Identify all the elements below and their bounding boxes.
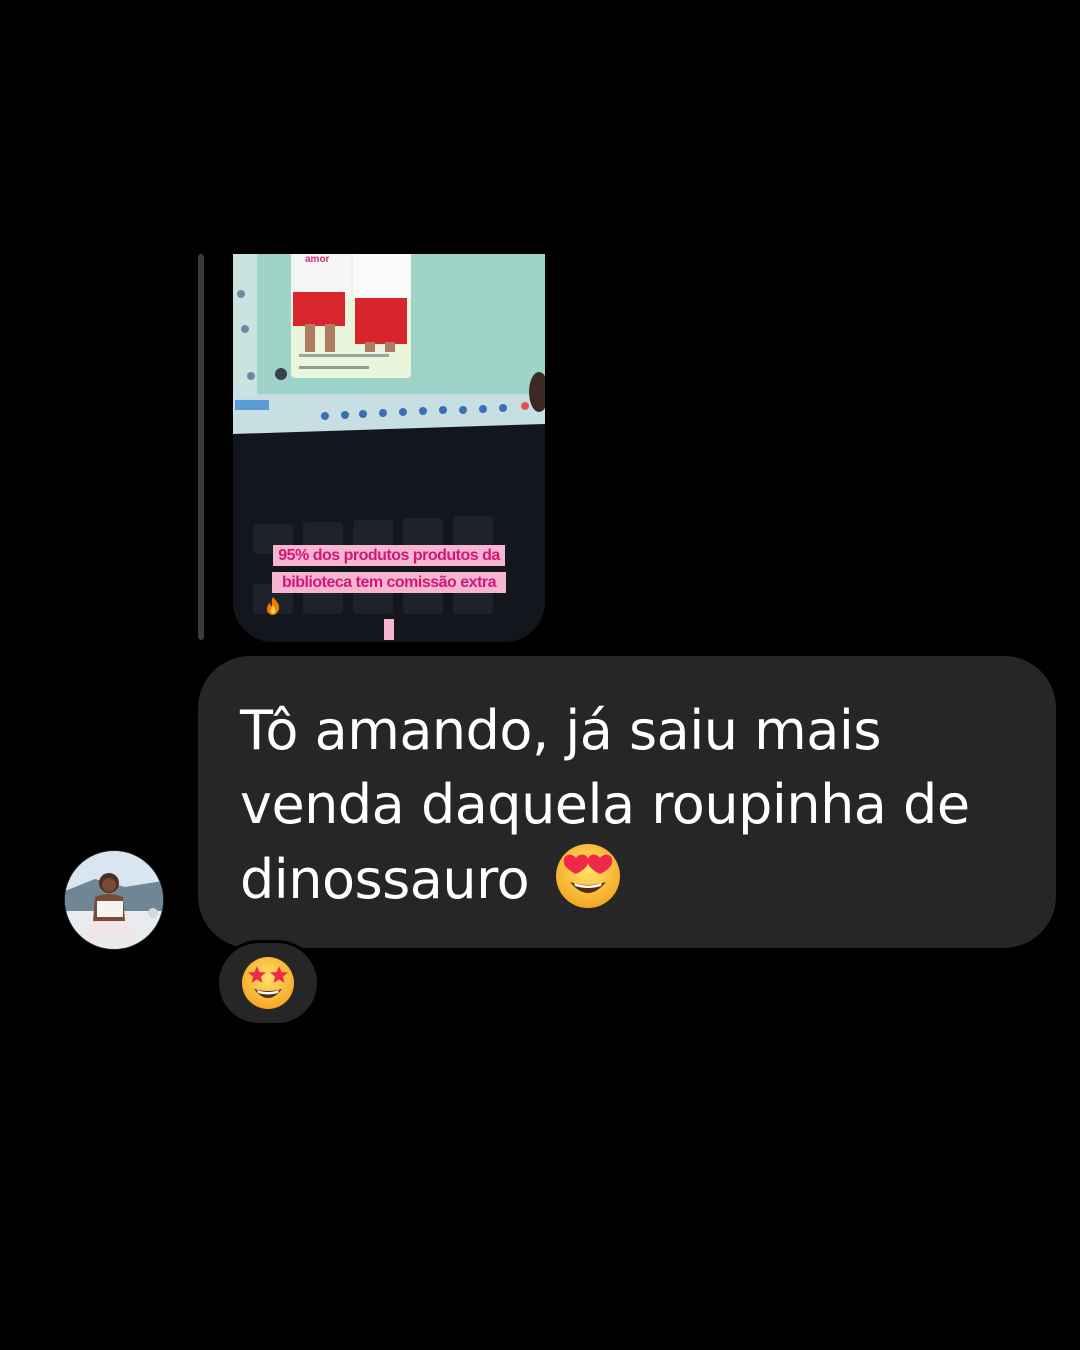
story-caption: 95% dos produtos produtos da biblioteca … <box>263 542 515 642</box>
star-struck-emoji <box>242 957 294 1009</box>
message-bubble[interactable]: Tô amando, já saiu mais venda daquela ro… <box>198 656 1056 948</box>
message-reaction[interactable] <box>216 940 320 1026</box>
story-caption-line-1: 95% dos produtos produtos da <box>273 545 505 566</box>
fire-icon <box>267 597 280 615</box>
story-caption-line-2: biblioteca tem comissão extra <box>276 572 502 593</box>
story-reply-preview[interactable]: amor 95% dos produtos produtos da biblio… <box>233 254 545 642</box>
heart-eyes-emoji <box>554 842 622 929</box>
reply-indicator-bar <box>198 254 204 640</box>
shirt-text: amor <box>305 254 330 265</box>
avatar-photo <box>65 851 163 949</box>
message-text-container: Tô amando, já saiu mais venda daquela ro… <box>240 694 1014 929</box>
sender-avatar[interactable] <box>64 850 164 950</box>
